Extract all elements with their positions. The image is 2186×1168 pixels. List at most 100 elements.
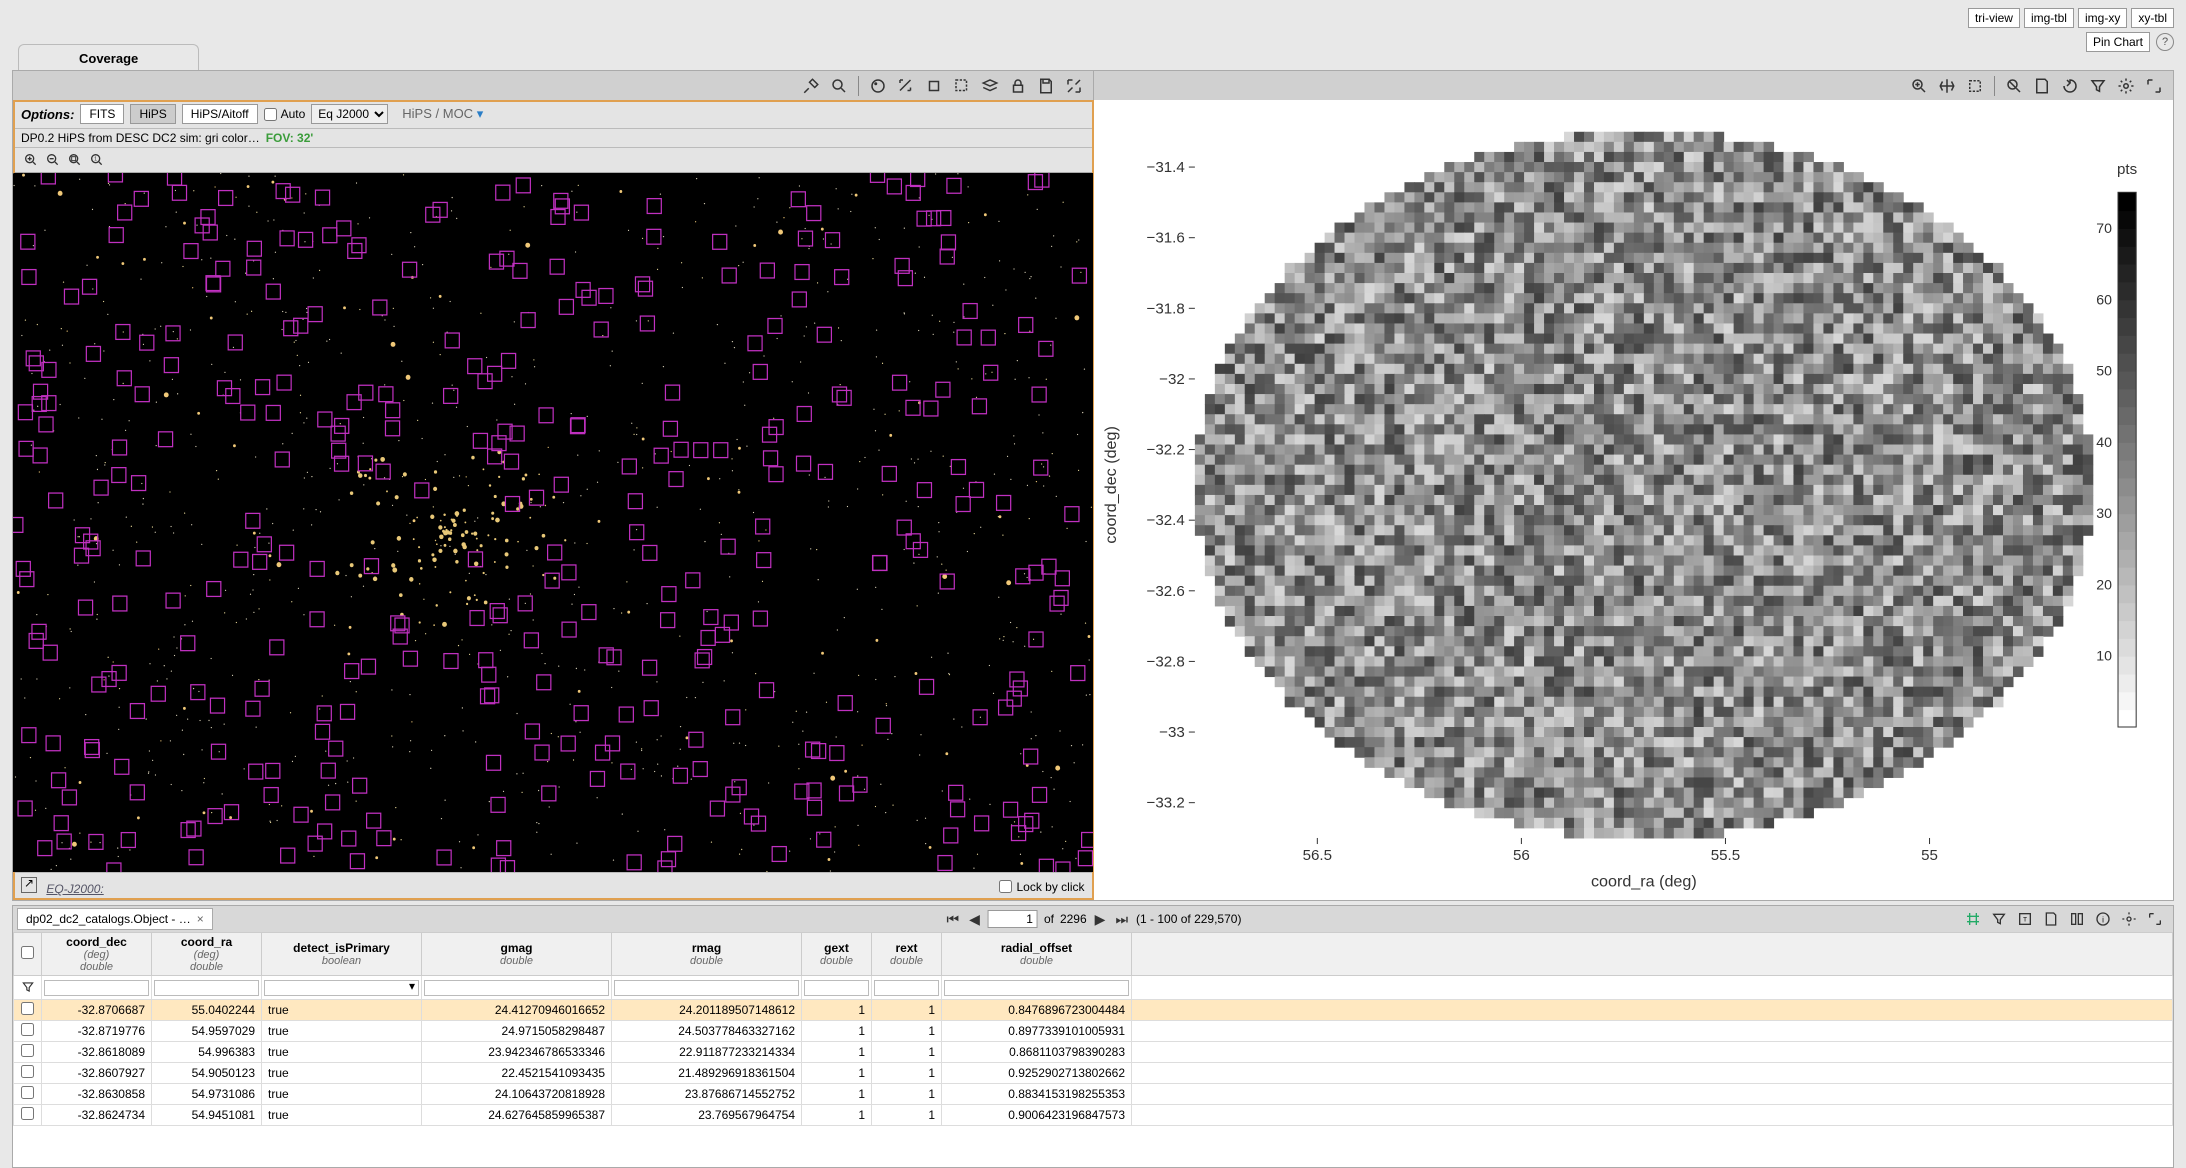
chevron-down-icon[interactable]: ▾ (409, 979, 415, 993)
col-coord-ra[interactable]: coord_ra(deg)double (152, 933, 262, 976)
filter-rext[interactable] (874, 980, 939, 996)
table-settings-icon[interactable] (2119, 909, 2139, 929)
table-tab-label: dp02_dc2_catalogs.Object - … (26, 912, 191, 926)
row-checkbox[interactable] (21, 1065, 34, 1078)
popout-icon[interactable] (21, 877, 37, 893)
pager-of-label: of (1044, 912, 1054, 926)
svg-text:1: 1 (94, 157, 97, 163)
col-rext[interactable]: rextdouble (872, 933, 942, 976)
table-actions-icon[interactable] (1963, 909, 1983, 929)
col-gext[interactable]: gextdouble (802, 933, 872, 976)
chart-pan-icon[interactable] (1936, 75, 1958, 97)
auto-label: Auto (281, 107, 306, 121)
select-all-checkbox[interactable] (21, 946, 34, 959)
filter-coord-ra[interactable] (154, 980, 259, 996)
layers-icon[interactable] (979, 75, 1001, 97)
table-row[interactable]: -32.870668755.0402244true 24.41270946016… (14, 1000, 2173, 1021)
row-checkbox[interactable] (21, 1086, 34, 1099)
table-info-icon[interactable]: i (2093, 909, 2113, 929)
hips-button[interactable]: HiPS (130, 104, 175, 124)
row-checkbox[interactable] (21, 1002, 34, 1015)
search-icon[interactable] (828, 75, 850, 97)
filter-icon[interactable] (19, 978, 37, 996)
crop-icon[interactable] (923, 75, 945, 97)
table-expand-icon[interactable] (2145, 909, 2165, 929)
row-checkbox[interactable] (21, 1107, 34, 1120)
stretch-icon[interactable] (895, 75, 917, 97)
pager-last-icon[interactable]: ⏭ (1113, 911, 1130, 928)
pager-prev-icon[interactable]: ◀ (967, 911, 982, 928)
chart-reset-zoom-icon[interactable] (2003, 75, 2025, 97)
table-save-icon[interactable] (2041, 909, 2061, 929)
row-checkbox[interactable] (21, 1023, 34, 1036)
lock-icon[interactable] (1007, 75, 1029, 97)
table-row[interactable]: -32.861808954.996383true 23.942346786533… (14, 1042, 2173, 1063)
col-detect-isprimary[interactable]: detect_isPrimaryboolean (262, 933, 422, 976)
hips-info-text: DP0.2 HiPS from DESC DC2 sim: gri color… (21, 131, 260, 145)
table-row[interactable]: -32.871977654.9597029true 24.97150582984… (14, 1021, 2173, 1042)
toolbar-divider (858, 76, 859, 96)
save-icon[interactable] (1035, 75, 1057, 97)
layout-img-xy-button[interactable]: img-xy (2078, 8, 2127, 28)
chart-toolbar-divider (1994, 76, 1995, 96)
chart-select-icon[interactable] (1964, 75, 1986, 97)
table-text-icon[interactable]: T (2015, 909, 2035, 929)
lock-by-click-checkbox[interactable] (999, 880, 1012, 893)
layout-img-tbl-button[interactable]: img-tbl (2024, 8, 2074, 28)
row-checkbox[interactable] (21, 1044, 34, 1057)
zoom-1x-icon[interactable]: 1 (87, 150, 107, 170)
table-row[interactable]: -32.862473454.9451081true 24.62764585996… (14, 1105, 2173, 1126)
pager-next-icon[interactable]: ▶ (1093, 911, 1108, 928)
image-panel: Options: FITS HiPS HiPS/Aitoff Auto Eq J… (13, 100, 1094, 900)
chart-zoom-in-icon[interactable] (1908, 75, 1930, 97)
select-icon[interactable] (951, 75, 973, 97)
zoom-in-icon[interactable] (21, 150, 41, 170)
filter-gmag[interactable] (424, 980, 609, 996)
pin-chart-button[interactable]: Pin Chart (2086, 32, 2150, 52)
filter-coord-dec[interactable] (44, 980, 149, 996)
heatmap-chart[interactable]: 56.55655.555−31.4−31.6−31.8−32−32.2−32.4… (1094, 100, 2174, 900)
filter-rmag[interactable] (614, 980, 799, 996)
auto-checkbox[interactable] (264, 108, 277, 121)
layout-xy-tbl-button[interactable]: xy-tbl (2131, 8, 2174, 28)
hips-aitoff-button[interactable]: HiPS/Aitoff (182, 104, 258, 124)
tools-icon[interactable] (800, 75, 822, 97)
pager-page-input[interactable] (988, 910, 1038, 928)
pager-first-icon[interactable]: ⏮ (945, 911, 962, 928)
chart-expand-icon[interactable] (2143, 75, 2165, 97)
close-icon[interactable]: × (197, 912, 204, 926)
col-rmag[interactable]: rmagdouble (612, 933, 802, 976)
sky-image[interactable] (13, 173, 1093, 872)
lock-by-click-label: Lock by click (1016, 880, 1084, 894)
table-row[interactable]: -32.860792754.9050123true 22.45215410934… (14, 1063, 2173, 1084)
zoom-fit-icon[interactable] (65, 150, 85, 170)
chart-panel: 56.55655.555−31.4−31.6−31.8−32−32.2−32.4… (1094, 100, 2174, 900)
table-filter-icon[interactable] (1989, 909, 2009, 929)
fits-button[interactable]: FITS (80, 104, 124, 124)
filter-radial-offset[interactable] (944, 980, 1129, 996)
col-radial-offset[interactable]: radial_offsetdouble (942, 933, 1132, 976)
table-row[interactable]: -32.863085854.9731086true 24.10643720818… (14, 1084, 2173, 1105)
fov-text: FOV: 32' (266, 131, 314, 145)
chart-restore-icon[interactable] (2059, 75, 2081, 97)
coord-readout-link[interactable]: EQ-J2000: (46, 882, 103, 896)
filter-detect-isprimary[interactable] (264, 980, 419, 996)
col-coord-dec[interactable]: coord_dec(deg)double (42, 933, 152, 976)
tab-coverage[interactable]: Coverage (18, 44, 199, 72)
col-gmag[interactable]: gmagdouble (422, 933, 612, 976)
filter-gext[interactable] (804, 980, 869, 996)
pager-range-label: (1 - 100 of 229,570) (1136, 912, 1241, 926)
data-table: coord_dec(deg)double coord_ra(deg)double… (13, 932, 2173, 1126)
table-tab[interactable]: dp02_dc2_catalogs.Object - … × (17, 908, 213, 930)
chart-settings-icon[interactable] (2115, 75, 2137, 97)
layout-tri-view-button[interactable]: tri-view (1968, 8, 2020, 28)
expand-icon[interactable] (1063, 75, 1085, 97)
hips-moc-dropdown[interactable]: HiPS / MOC ▾ (402, 106, 483, 122)
chart-filter-icon[interactable] (2087, 75, 2109, 97)
chart-save-icon[interactable] (2031, 75, 2053, 97)
color-icon[interactable] (867, 75, 889, 97)
help-icon[interactable]: ? (2156, 33, 2174, 51)
table-column-icon[interactable] (2067, 909, 2087, 929)
zoom-out-icon[interactable] (43, 150, 63, 170)
coord-select[interactable]: Eq J2000 (311, 104, 388, 124)
